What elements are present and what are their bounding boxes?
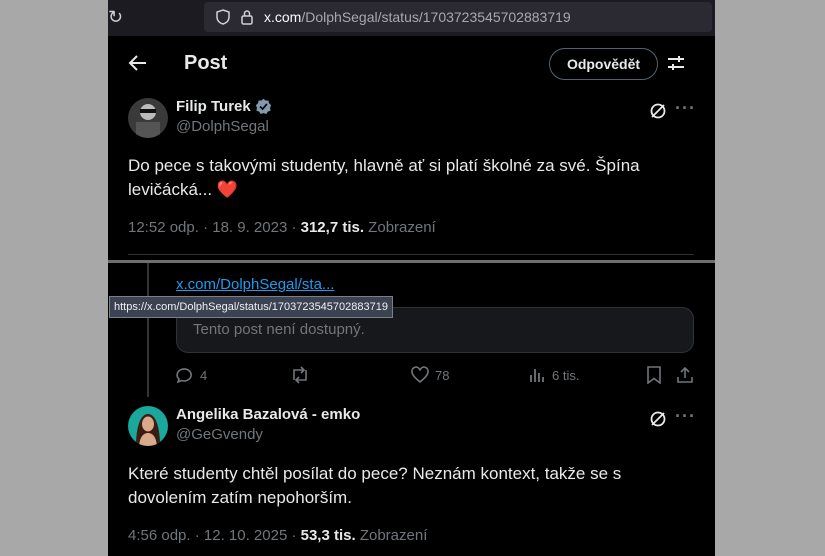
grok-icon[interactable] [649,410,667,428]
verified-badge-icon [255,98,271,114]
views-label: Zobrazení [355,527,428,544]
link-url-tooltip: https://x.com/DolphSegal/status/17037235… [109,296,393,318]
thread-connector-line [147,263,149,397]
views-count: 312,7 tis. [300,219,365,236]
main-post-author: Filip Turek @DolphSegal ··· [128,98,698,142]
author-handle[interactable]: @GeGvendy [176,426,263,443]
like-count: 78 [435,367,450,383]
post-header: Post Odpovědět [108,36,715,90]
shield-icon [216,9,230,25]
repost-action[interactable] [290,366,310,384]
reply-post-author: Angelika Bazalová - emko @GeGvendy ··· [128,406,698,450]
views-count: 6 tis. [552,367,580,383]
page-title: Post [184,52,228,74]
reload-icon[interactable]: ↻ [108,6,123,28]
views-count: 53,3 tis. [300,527,356,544]
author-handle[interactable]: @DolphSegal [176,118,269,135]
grok-icon[interactable] [649,102,667,120]
back-arrow-icon[interactable] [128,53,148,73]
reply-post-meta: 4:56 odp. · 12. 10. 2025 · 53,3 tis. Zob… [128,527,427,544]
lock-icon [241,10,253,25]
main-post-text: Do pece s takovými studenty, hlavně ať s… [128,154,688,202]
more-options-icon[interactable]: ··· [675,98,696,119]
filter-settings-icon[interactable] [667,54,685,72]
post-text: Do pece s takovými studenty, hlavně ať s… [128,156,640,199]
repost-icon [293,366,307,384]
author-name[interactable]: Filip Turek [176,98,272,115]
reply-post-text: Které studenty chtěl posílat do pece? Ne… [128,464,622,507]
analytics-icon [530,369,544,382]
avatar[interactable] [128,98,168,138]
reply-button[interactable]: Odpovědět [549,48,658,80]
like-action[interactable]: 78 [411,366,449,384]
timestamp[interactable]: 12:52 odp. · 18. 9. 2023 · [128,219,301,236]
main-post-meta: 12:52 odp. · 18. 9. 2023 · 312,7 tis. Zo… [128,219,436,236]
url-text: x.com/DolphSegal/status/1703723545702883… [264,9,571,25]
divider [128,254,694,255]
url-path: /DolphSegal/status/1703723545702883719 [301,9,571,25]
like-icon [411,366,429,384]
window-split-line [108,260,715,263]
reply-action[interactable]: 4 [176,366,207,384]
comment-icon [176,368,192,384]
heart-emoji: ❤️ [216,180,238,199]
bookmark-icon [647,366,661,384]
share-icon [677,366,693,383]
bookmark-action[interactable] [646,366,662,384]
unavailable-text: Tento post není dostupný. [193,321,365,338]
url-domain: x.com [264,9,302,25]
views-action[interactable]: 6 tis. [528,366,579,384]
post-actions: 4 78 6 tis. [176,366,696,386]
avatar[interactable] [128,406,168,446]
author-name-text: Angelika Bazalová - emko [176,406,361,423]
views-label: Zobrazení [364,219,436,236]
author-name[interactable]: Angelika Bazalová - emko [176,406,360,423]
share-action[interactable] [676,366,694,384]
browser-toolbar: ↻ x.com/DolphSegal/status/17037235457028… [108,0,715,36]
author-name-text: Filip Turek [176,98,251,115]
address-bar[interactable]: x.com/DolphSegal/status/1703723545702883… [204,2,712,32]
timestamp[interactable]: 4:56 odp. · 12. 10. 2025 · [128,527,301,544]
quoted-post-link[interactable]: x.com/DolphSegal/sta... [176,276,334,293]
reply-count: 4 [200,367,208,383]
more-options-icon[interactable]: ··· [675,406,696,427]
